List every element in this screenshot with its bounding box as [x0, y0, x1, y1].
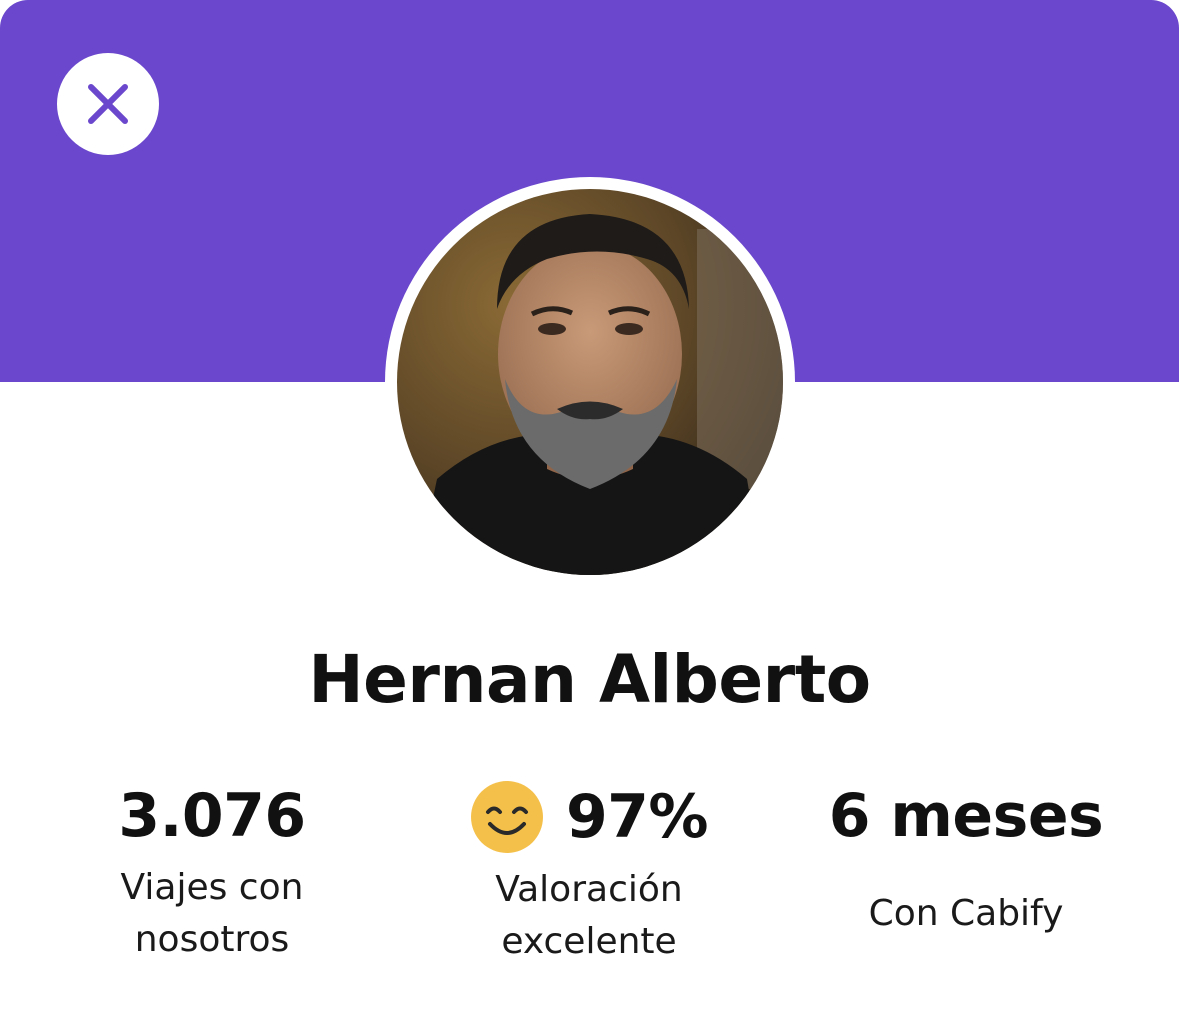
driver-avatar: [397, 189, 783, 575]
trips-count: 3.076: [118, 781, 306, 851]
smile-emoji-icon: [470, 780, 544, 854]
trips-label-line2: nosotros: [134, 919, 290, 960]
tenure-label-line1: Con Cabify: [868, 893, 1064, 934]
stat-rating: 97% Valoración excelente: [399, 780, 779, 968]
tenure-value: 6 meses: [828, 781, 1104, 851]
driver-profile-card: Hernan Alberto 3.076 Viajes con nosotros…: [0, 0, 1179, 1023]
tenure-label: Con Cabify: [776, 888, 1156, 940]
stat-tenure: 6 meses Con Cabify: [776, 780, 1156, 940]
rating-label-line2: excelente: [501, 921, 677, 962]
trips-label-line1: Viajes con: [120, 867, 304, 908]
driver-name: Hernan Alberto: [308, 641, 871, 718]
rating-percent: 97%: [565, 782, 709, 852]
rating-label-line1: Valoración: [495, 869, 683, 910]
trips-label: Viajes con nosotros: [22, 862, 402, 966]
close-button[interactable]: [57, 53, 159, 155]
close-icon: [85, 81, 131, 127]
stat-trips: 3.076 Viajes con nosotros: [22, 780, 402, 966]
rating-label: Valoración excelente: [399, 864, 779, 968]
rating-value-row: 97%: [399, 780, 779, 854]
